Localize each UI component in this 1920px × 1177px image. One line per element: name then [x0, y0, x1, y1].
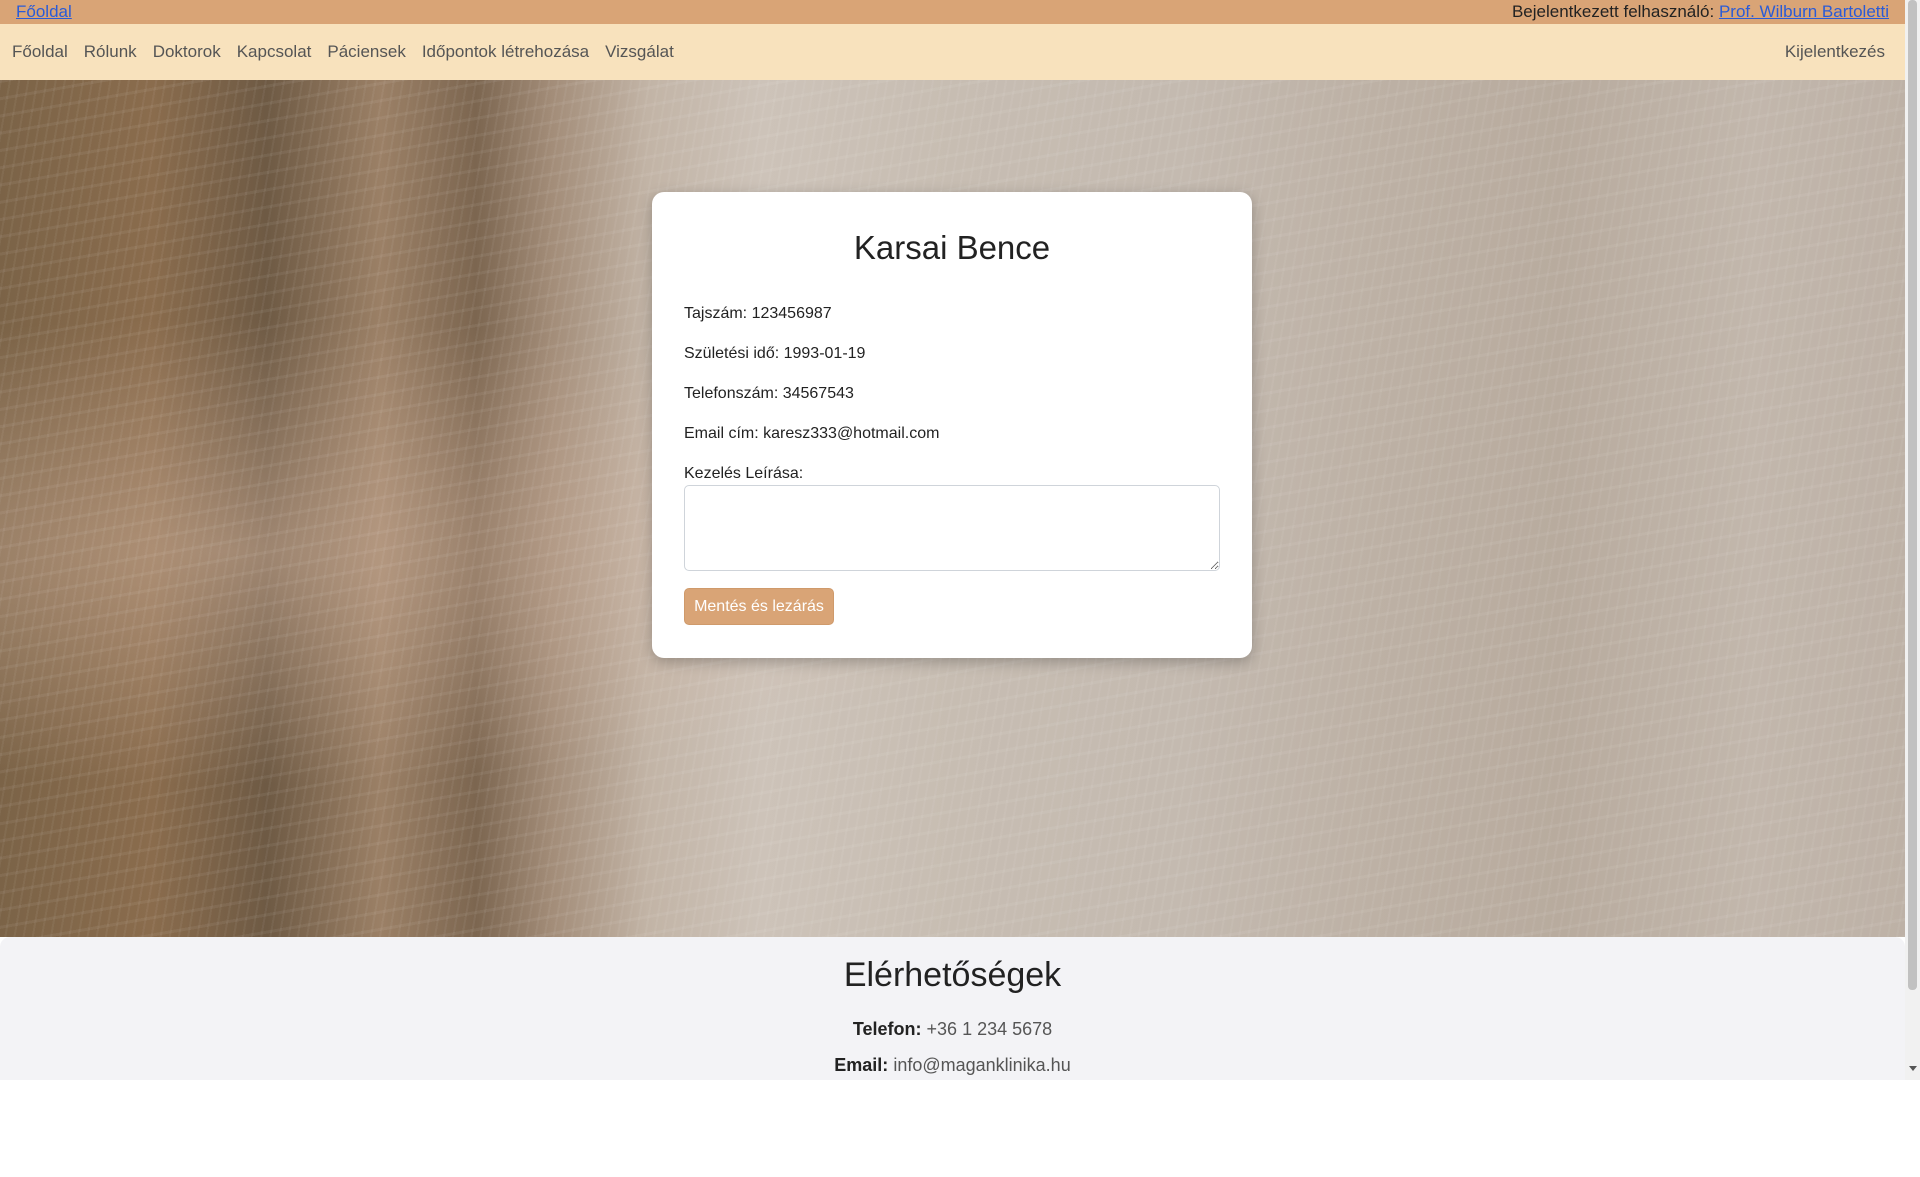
logged-in-label: Bejelentkezett felhasználó:	[1511, 2, 1715, 21]
footer-phone: Telefon: +36 1 234 5678	[0, 1019, 1905, 1040]
scroll-down-arrow-icon[interactable]	[1909, 1066, 1917, 1071]
footer-title: Elérhetőségek	[843, 956, 1062, 994]
footer: Elérhetőségek Telefon: +36 1 234 5678 Em…	[0, 937, 1905, 1080]
description-textarea[interactable]	[684, 485, 1220, 571]
footer-phone-label: Telefon:	[852, 1019, 922, 1039]
patient-card: Karsai Bence Tajszám: 123456987 Születés…	[652, 192, 1252, 658]
nav-item-kapcsolat[interactable]: Kapcsolat	[229, 42, 320, 62]
footer-email-label: Email:	[834, 1055, 889, 1075]
page-blank-area	[0, 1080, 1920, 1177]
background-image: Karsai Bence Tajszám: 123456987 Születés…	[0, 80, 1905, 937]
nav-item-vizsgalat[interactable]: Vizsgálat	[597, 42, 682, 62]
patient-birth-date: Születési idő: 1993-01-19	[684, 345, 866, 362]
nav-item-paciensek[interactable]: Páciensek	[319, 42, 413, 62]
logged-in-user-info: Bejelentkezett felhasználó: Prof. Wilbur…	[1512, 0, 1889, 24]
nav-item-doktorok[interactable]: Doktorok	[145, 42, 229, 62]
nav-item-idopontok[interactable]: Időpontok létrehozása	[414, 42, 597, 62]
save-and-close-button[interactable]: Mentés és lezárás	[684, 588, 834, 625]
user-name-link[interactable]: Prof. Wilburn Bartoletti	[1719, 2, 1889, 21]
patient-email: Email cím: karesz333@hotmail.com	[684, 425, 940, 442]
footer-email-value: info@maganklinika.hu	[893, 1055, 1071, 1075]
footer-email: Email: info@maganklinika.hu	[0, 1055, 1905, 1076]
patient-taj: Tajszám: 123456987	[684, 305, 832, 322]
logout-link[interactable]: Kijelentkezés	[1785, 24, 1885, 80]
nav-item-rolunk[interactable]: Rólunk	[76, 42, 145, 62]
patient-phone: Telefonszám: 34567543	[684, 385, 854, 402]
home-link[interactable]: Főoldal	[16, 0, 72, 24]
footer-phone-value: +36 1 234 5678	[926, 1019, 1053, 1039]
description-label: Kezelés Leírása:	[684, 465, 804, 482]
top-bar: Főoldal Bejelentkezett felhasználó: Prof…	[0, 0, 1905, 24]
nav-item-fooldal[interactable]: Főoldal	[4, 42, 76, 62]
main-navbar: Főoldal Rólunk Doktorok Kapcsolat Pácien…	[0, 24, 1905, 80]
patient-name: Karsai Bence	[853, 229, 1051, 266]
nav-items: Főoldal Rólunk Doktorok Kapcsolat Pácien…	[4, 24, 682, 80]
scrollbar-thumb[interactable]	[1908, 0, 1917, 990]
vertical-scrollbar[interactable]	[1905, 0, 1920, 1080]
